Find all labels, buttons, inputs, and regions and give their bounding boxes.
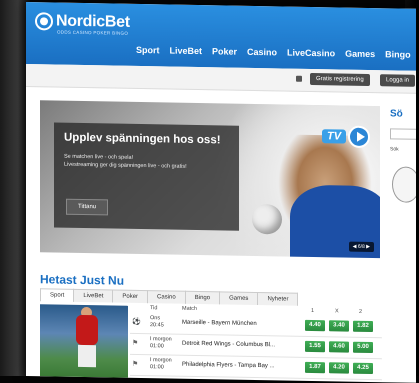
odds-1[interactable]: 1.55 [305,340,325,353]
us-flag-icon: ⚑ [132,360,139,368]
tv-label: TV [322,129,347,144]
tab-livebet[interactable]: LiveBet [73,288,114,303]
lock-icon [296,75,302,82]
odds-1[interactable]: 4.40 [305,319,325,332]
login-button[interactable]: Logga in [380,74,416,87]
tv-badge: TV [322,125,370,150]
ball-image [392,166,416,203]
match-list: ⚽ Ons 20:45 Marseille - Bayern München 4… [130,312,382,381]
football-image [252,203,282,235]
hero-line-2: Livestreaming ger dig spänningen live - … [64,161,187,170]
logo-tagline: ODDS CASINO POKER BINGO [57,29,129,36]
nav-item-sport[interactable]: Sport [136,45,160,55]
banner-pager[interactable]: ◀ 6/8 ▶ [348,241,374,253]
logo-mark-icon [35,12,53,31]
tab-nyheter[interactable]: Nyheter [257,292,299,306]
nav-item-poker[interactable]: Poker [212,46,237,56]
nav-item-livebet[interactable]: LiveBet [170,46,203,57]
nav-item-casino[interactable]: Casino [247,47,277,58]
match-name[interactable]: Detroit Red Wings - Columbus Bl... [182,341,275,349]
player-jersey [76,314,98,346]
player-shorts [78,344,96,368]
logo[interactable]: NordicBet [35,12,130,32]
hero-textbox: Upplev spänningen hos oss! Se matchen li… [54,122,239,231]
match-time: I morgon 01:00 [150,336,172,350]
hero-description: Se matchen live - och spela! Livestreami… [64,153,236,172]
football-icon: ⚽ [132,318,141,327]
column-1: 1 [311,307,315,315]
odds-x[interactable]: 4.20 [329,362,349,374]
column-time: Tid [150,305,158,312]
site-header: NordicBet ODDS CASINO POKER BINGO Sport … [26,2,416,71]
search-panel-title: Sö [390,108,403,120]
odds-2[interactable]: 5.00 [353,341,373,354]
odds-x[interactable]: 3.40 [329,320,349,332]
football-player-image[interactable] [40,304,128,378]
odds-x[interactable]: 4.60 [329,341,349,353]
watch-now-button[interactable]: Tittanu [66,198,109,216]
odds-2[interactable]: 4.25 [353,362,373,375]
hot-section-title: Hetast Just Nu [40,272,125,288]
play-icon [348,125,370,149]
main-nav: Sport LiveBet Poker Casino LiveCasino Ga… [136,45,411,60]
us-flag-icon: ⚑ [132,339,139,347]
search-option[interactable]: Sök [390,146,399,152]
column-x: X [335,308,339,315]
match-time: I morgon 01:00 [150,357,172,371]
match-name[interactable]: Marseille - Bayern München [182,320,257,327]
table-row[interactable]: ⚑ I morgon 01:00 Philadelphia Flyers - T… [130,354,382,381]
column-2: 2 [359,308,363,315]
hot-tabs: Sport LiveBet Poker Casino Bingo Games N… [40,288,299,306]
search-input[interactable] [390,128,416,140]
match-time: Ons 20:45 [150,315,164,329]
nav-item-bingo[interactable]: Bingo [385,49,411,59]
tab-poker[interactable]: Poker [112,289,149,304]
nav-item-games[interactable]: Games [345,49,375,60]
tab-casino[interactable]: Casino [147,290,186,304]
register-button[interactable]: Gratis registrering [310,72,370,86]
tab-bingo[interactable]: Bingo [184,290,221,305]
browser-page: NordicBet ODDS CASINO POKER BINGO Sport … [26,2,416,383]
nav-item-livecasino[interactable]: LiveCasino [287,48,335,59]
search-panel: Sö Sök [386,106,416,307]
column-match: Match [182,305,197,312]
tab-sport[interactable]: Sport [40,288,75,302]
tab-games[interactable]: Games [219,291,259,306]
odds-2[interactable]: 1.82 [353,320,373,333]
hero-banner[interactable]: Upplev spänningen hos oss! Se matchen li… [40,100,380,259]
hero-title: Upplev spänningen hos oss! [64,131,221,147]
match-name[interactable]: Philadelphia Flyers - Tampa Bay ... [182,362,275,370]
odds-1[interactable]: 1.87 [305,361,325,374]
